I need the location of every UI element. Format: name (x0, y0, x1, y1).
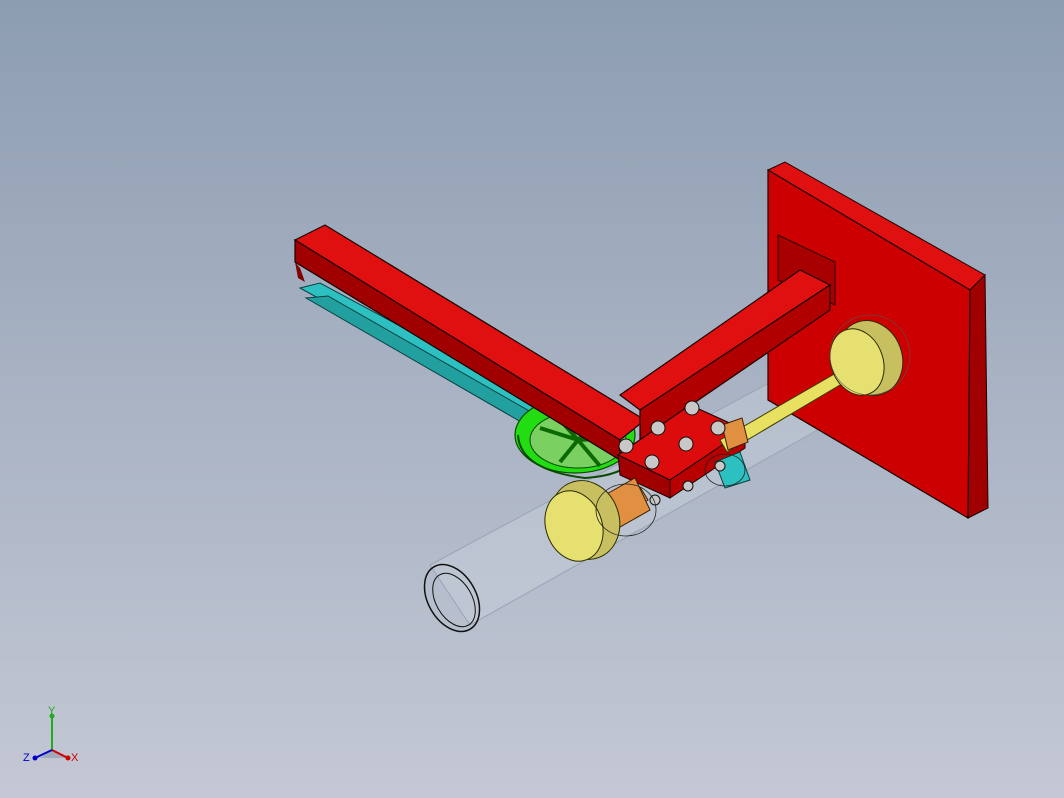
coordinate-triad: Y X Z (23, 705, 79, 764)
cad-model-scene[interactable] (0, 0, 1064, 798)
x-axis-label: X (71, 752, 79, 764)
3d-viewport[interactable]: Y X Z (0, 0, 1064, 798)
y-axis-label: Y (48, 705, 56, 717)
z-axis-label: Z (23, 752, 30, 764)
